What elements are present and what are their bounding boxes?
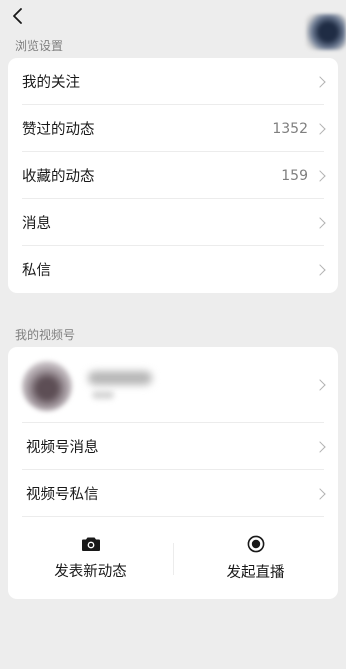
list-item-following[interactable]: 我的关注 — [8, 58, 338, 105]
liked-count: 1352 — [272, 120, 308, 137]
list-item-label: 我的关注 — [22, 75, 80, 91]
camera-icon — [81, 537, 100, 551]
top-bar — [0, 0, 346, 50]
channel-subtext-blurred — [92, 391, 114, 399]
list-item-label: 收藏的动态 — [22, 169, 95, 185]
chevron-right-icon — [314, 263, 326, 276]
channel-profile-row[interactable] — [8, 347, 338, 423]
browse-section-title: 浏览设置 — [15, 39, 64, 53]
list-item-liked-posts[interactable]: 赞过的动态 1352 — [8, 105, 338, 152]
channel-avatar — [22, 361, 72, 411]
list-item-label: 私信 — [22, 263, 51, 279]
chevron-right-icon — [314, 216, 326, 229]
channel-name-blurred — [88, 371, 152, 385]
start-live-label: 发起直播 — [226, 564, 285, 581]
list-item-private-messages[interactable]: 私信 — [8, 246, 338, 293]
chevron-left-icon — [13, 8, 22, 24]
list-item-label: 消息 — [22, 216, 51, 232]
channels-section-title: 我的视频号 — [15, 328, 76, 342]
action-row: 发表新动态 发起直播 — [8, 517, 338, 599]
post-new-moment-label: 发表新动态 — [54, 563, 127, 580]
chevron-right-icon — [314, 440, 326, 453]
chevron-right-icon — [314, 169, 326, 182]
user-avatar-top[interactable] — [306, 14, 346, 50]
channels-card: 视频号消息 视频号私信 发表新动态 发起直播 — [8, 347, 338, 599]
post-new-moment-button[interactable]: 发表新动态 — [8, 517, 173, 599]
list-item-label: 赞过的动态 — [22, 122, 95, 138]
start-live-button[interactable]: 发起直播 — [173, 517, 338, 599]
chevron-right-icon — [314, 75, 326, 88]
back-button[interactable] — [8, 6, 28, 26]
browse-settings-card: 我的关注 赞过的动态 1352 收藏的动态 159 消息 私信 — [8, 58, 338, 293]
list-item-saved-posts[interactable]: 收藏的动态 159 — [8, 152, 338, 199]
chevron-right-icon — [314, 122, 326, 135]
list-item-label: 视频号消息 — [26, 440, 99, 456]
list-item-label: 视频号私信 — [26, 487, 99, 503]
saved-count: 159 — [281, 167, 308, 184]
list-item-channel-messages[interactable]: 视频号消息 — [8, 423, 338, 470]
list-item-channel-private-messages[interactable]: 视频号私信 — [8, 470, 338, 517]
chevron-right-icon — [314, 379, 326, 391]
list-item-messages[interactable]: 消息 — [8, 199, 338, 246]
record-icon — [247, 535, 264, 552]
chevron-right-icon — [314, 487, 326, 500]
